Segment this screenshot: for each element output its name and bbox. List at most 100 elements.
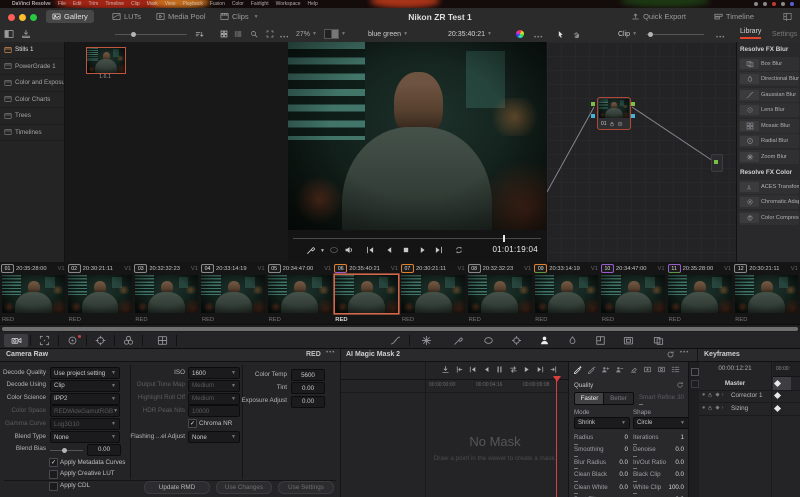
list-view-icon[interactable] [234, 26, 242, 42]
control-value[interactable]: Log3G10 [54, 421, 79, 428]
loop-range-icon[interactable] [509, 365, 518, 374]
clip-track-label[interactable]: V1 [657, 266, 664, 272]
viewer-scrub-bar[interactable] [293, 238, 541, 239]
motion-effects-palette-icon[interactable] [150, 334, 174, 347]
clip-thumbnail[interactable] [668, 275, 732, 313]
thumb-size-slider[interactable] [115, 34, 187, 35]
clip-timecode[interactable]: 20:30:21:11 [749, 266, 779, 272]
still-thumbnail[interactable] [86, 47, 126, 74]
workspace-layout-icon[interactable] [777, 10, 798, 23]
corrector-node[interactable]: 01 [597, 97, 631, 130]
camera-raw-label[interactable]: Tint [167, 384, 287, 391]
control-value[interactable]: 0.00 [302, 398, 314, 405]
keyframe-diamond-icon[interactable]: ◆ [715, 392, 719, 398]
album-icon[interactable] [4, 79, 12, 87]
skip-end-icon[interactable] [536, 365, 545, 374]
sidebar-item-label[interactable]: Stills 1 [15, 46, 34, 53]
camera-raw-label[interactable]: Color Science [0, 394, 46, 401]
clip-track-label[interactable]: V1 [124, 266, 131, 272]
clip-track-label[interactable]: V1 [458, 266, 465, 272]
checkbox-apply-creative-lut[interactable] [49, 470, 58, 479]
fx-item-label[interactable]: Lens Blur [761, 107, 785, 113]
viewer-zoom-select[interactable]: 27%▼ [296, 26, 317, 42]
quality-param-value[interactable]: 0 [574, 446, 628, 453]
keyframe-marker[interactable] [774, 392, 781, 399]
camera-raw-label[interactable]: Blend Type [0, 433, 46, 440]
clip-thumbnail[interactable] [468, 275, 532, 313]
sidebar-item-label[interactable]: PowerGrade 1 [15, 63, 56, 70]
grid-view-icon[interactable] [220, 26, 228, 42]
fx-item-label[interactable]: Directional Blur [761, 76, 799, 82]
camera-raw-label[interactable]: Decode Quality [0, 369, 46, 376]
status-icon[interactable] [781, 2, 785, 6]
keyframe-row-sizing[interactable]: ●◆›Sizing [699, 402, 800, 416]
clip-timecode[interactable]: 20:34:47:00 [616, 266, 647, 272]
scrollbar-thumb[interactable] [2, 327, 798, 331]
quality-faster-button[interactable]: Faster [574, 392, 605, 405]
luts-icon[interactable] [112, 12, 121, 21]
quality-reset-icon[interactable] [676, 381, 684, 389]
fx-item-directional-blur[interactable]: Directional Blur [739, 72, 799, 86]
step-back-icon[interactable] [384, 245, 394, 255]
filmstrip-clip-08[interactable]: 0820:32:32:23V1RED [467, 262, 534, 324]
fx-item-color-compressor[interactable]: Color Compressor [739, 211, 799, 225]
lock-icon[interactable] [707, 392, 713, 398]
timeline-output-node[interactable] [711, 154, 723, 172]
clip-thumbnail[interactable] [2, 275, 66, 313]
clip-number-badge[interactable]: 03 [134, 264, 147, 273]
menu-item[interactable]: Mark [147, 0, 158, 8]
loop-icon[interactable] [454, 245, 464, 255]
camera-raw-label[interactable]: HDR Peak Nits [65, 407, 185, 414]
quality-param-value[interactable]: 0 [574, 434, 628, 441]
keyframes-ruler[interactable]: 00:00: [773, 362, 800, 377]
clip-camera-label[interactable]: RED [69, 317, 81, 323]
eyedropper-tool-icon[interactable] [306, 245, 316, 255]
key-palette-palette-icon[interactable] [588, 334, 612, 347]
menu-item[interactable]: Fusion [210, 0, 225, 8]
camera-raw-flashing-el-adjust-control[interactable]: None▼ [188, 431, 240, 443]
use-settings-button[interactable]: Use Settings [278, 481, 334, 494]
chroma-nr-checkbox[interactable]: ✓ [188, 419, 197, 428]
menu-item[interactable]: Timeline [105, 0, 124, 8]
clip-camera-label[interactable]: RED [202, 317, 214, 323]
tab-settings[interactable]: Settings [772, 26, 797, 42]
skip-start-icon[interactable] [365, 245, 375, 255]
node-editor[interactable]: 01 [546, 42, 737, 262]
expand-chevron-icon[interactable]: › [722, 392, 724, 398]
expand-icon[interactable] [266, 26, 274, 42]
siri-icon[interactable] [790, 2, 794, 6]
param-slider-tick[interactable] [633, 456, 637, 457]
filmstrip-clip-10[interactable]: 1020:34:47:00V1RED [600, 262, 667, 324]
control-value[interactable]: None [192, 434, 207, 441]
param-slider-tick[interactable] [574, 468, 578, 469]
fx-item-lens-blur[interactable]: Lens Blur [739, 103, 799, 117]
blend-bias-value[interactable]: 0.00 [87, 444, 121, 456]
enable-dot-icon[interactable]: ● [702, 405, 705, 411]
fx-item-gaussian-blur[interactable]: Gaussian Blur [739, 88, 799, 102]
filmstrip-clip-05[interactable]: 0520:34:47:00V1RED [267, 262, 334, 324]
fx-item-box-blur[interactable]: Box Blur [739, 57, 799, 71]
fx-item-label[interactable]: Gaussian Blur [761, 92, 796, 98]
split-screen-select[interactable]: ▼ [324, 26, 346, 42]
mask-reset-icon[interactable] [666, 350, 675, 359]
step-forward-icon[interactable] [418, 245, 428, 255]
mode-select[interactable]: Shrink▼ [574, 417, 630, 429]
fx-thumbnail-icon[interactable] [740, 152, 759, 162]
notification-icon[interactable] [772, 2, 776, 6]
filmstrip-clip-03[interactable]: 0320:32:32:23V1RED [133, 262, 200, 324]
clip-timecode[interactable]: 20:32:32:23 [483, 266, 514, 272]
sidebar-item-timelines[interactable]: Timelines [0, 125, 64, 142]
filmstrip-clip-06[interactable]: 0620:35:40:21V1RED [333, 262, 400, 324]
param-slider-tick[interactable] [633, 493, 637, 494]
clip-camera-label[interactable]: RED [269, 317, 281, 323]
clip-number-badge[interactable]: 10 [601, 264, 614, 273]
highlight-icon[interactable] [329, 245, 339, 255]
skip-start-icon[interactable] [468, 365, 477, 374]
param-slider-tick[interactable] [633, 444, 637, 445]
clip-track-label[interactable]: V1 [724, 266, 731, 272]
clip-thumbnail[interactable] [535, 275, 599, 313]
fx-item-chromatic-adaptation[interactable]: Chromatic Adaptation [739, 195, 799, 209]
skip-end-icon[interactable] [434, 245, 444, 255]
quality-param-value[interactable]: 100.0 [633, 484, 684, 491]
play-icon[interactable] [522, 365, 531, 374]
